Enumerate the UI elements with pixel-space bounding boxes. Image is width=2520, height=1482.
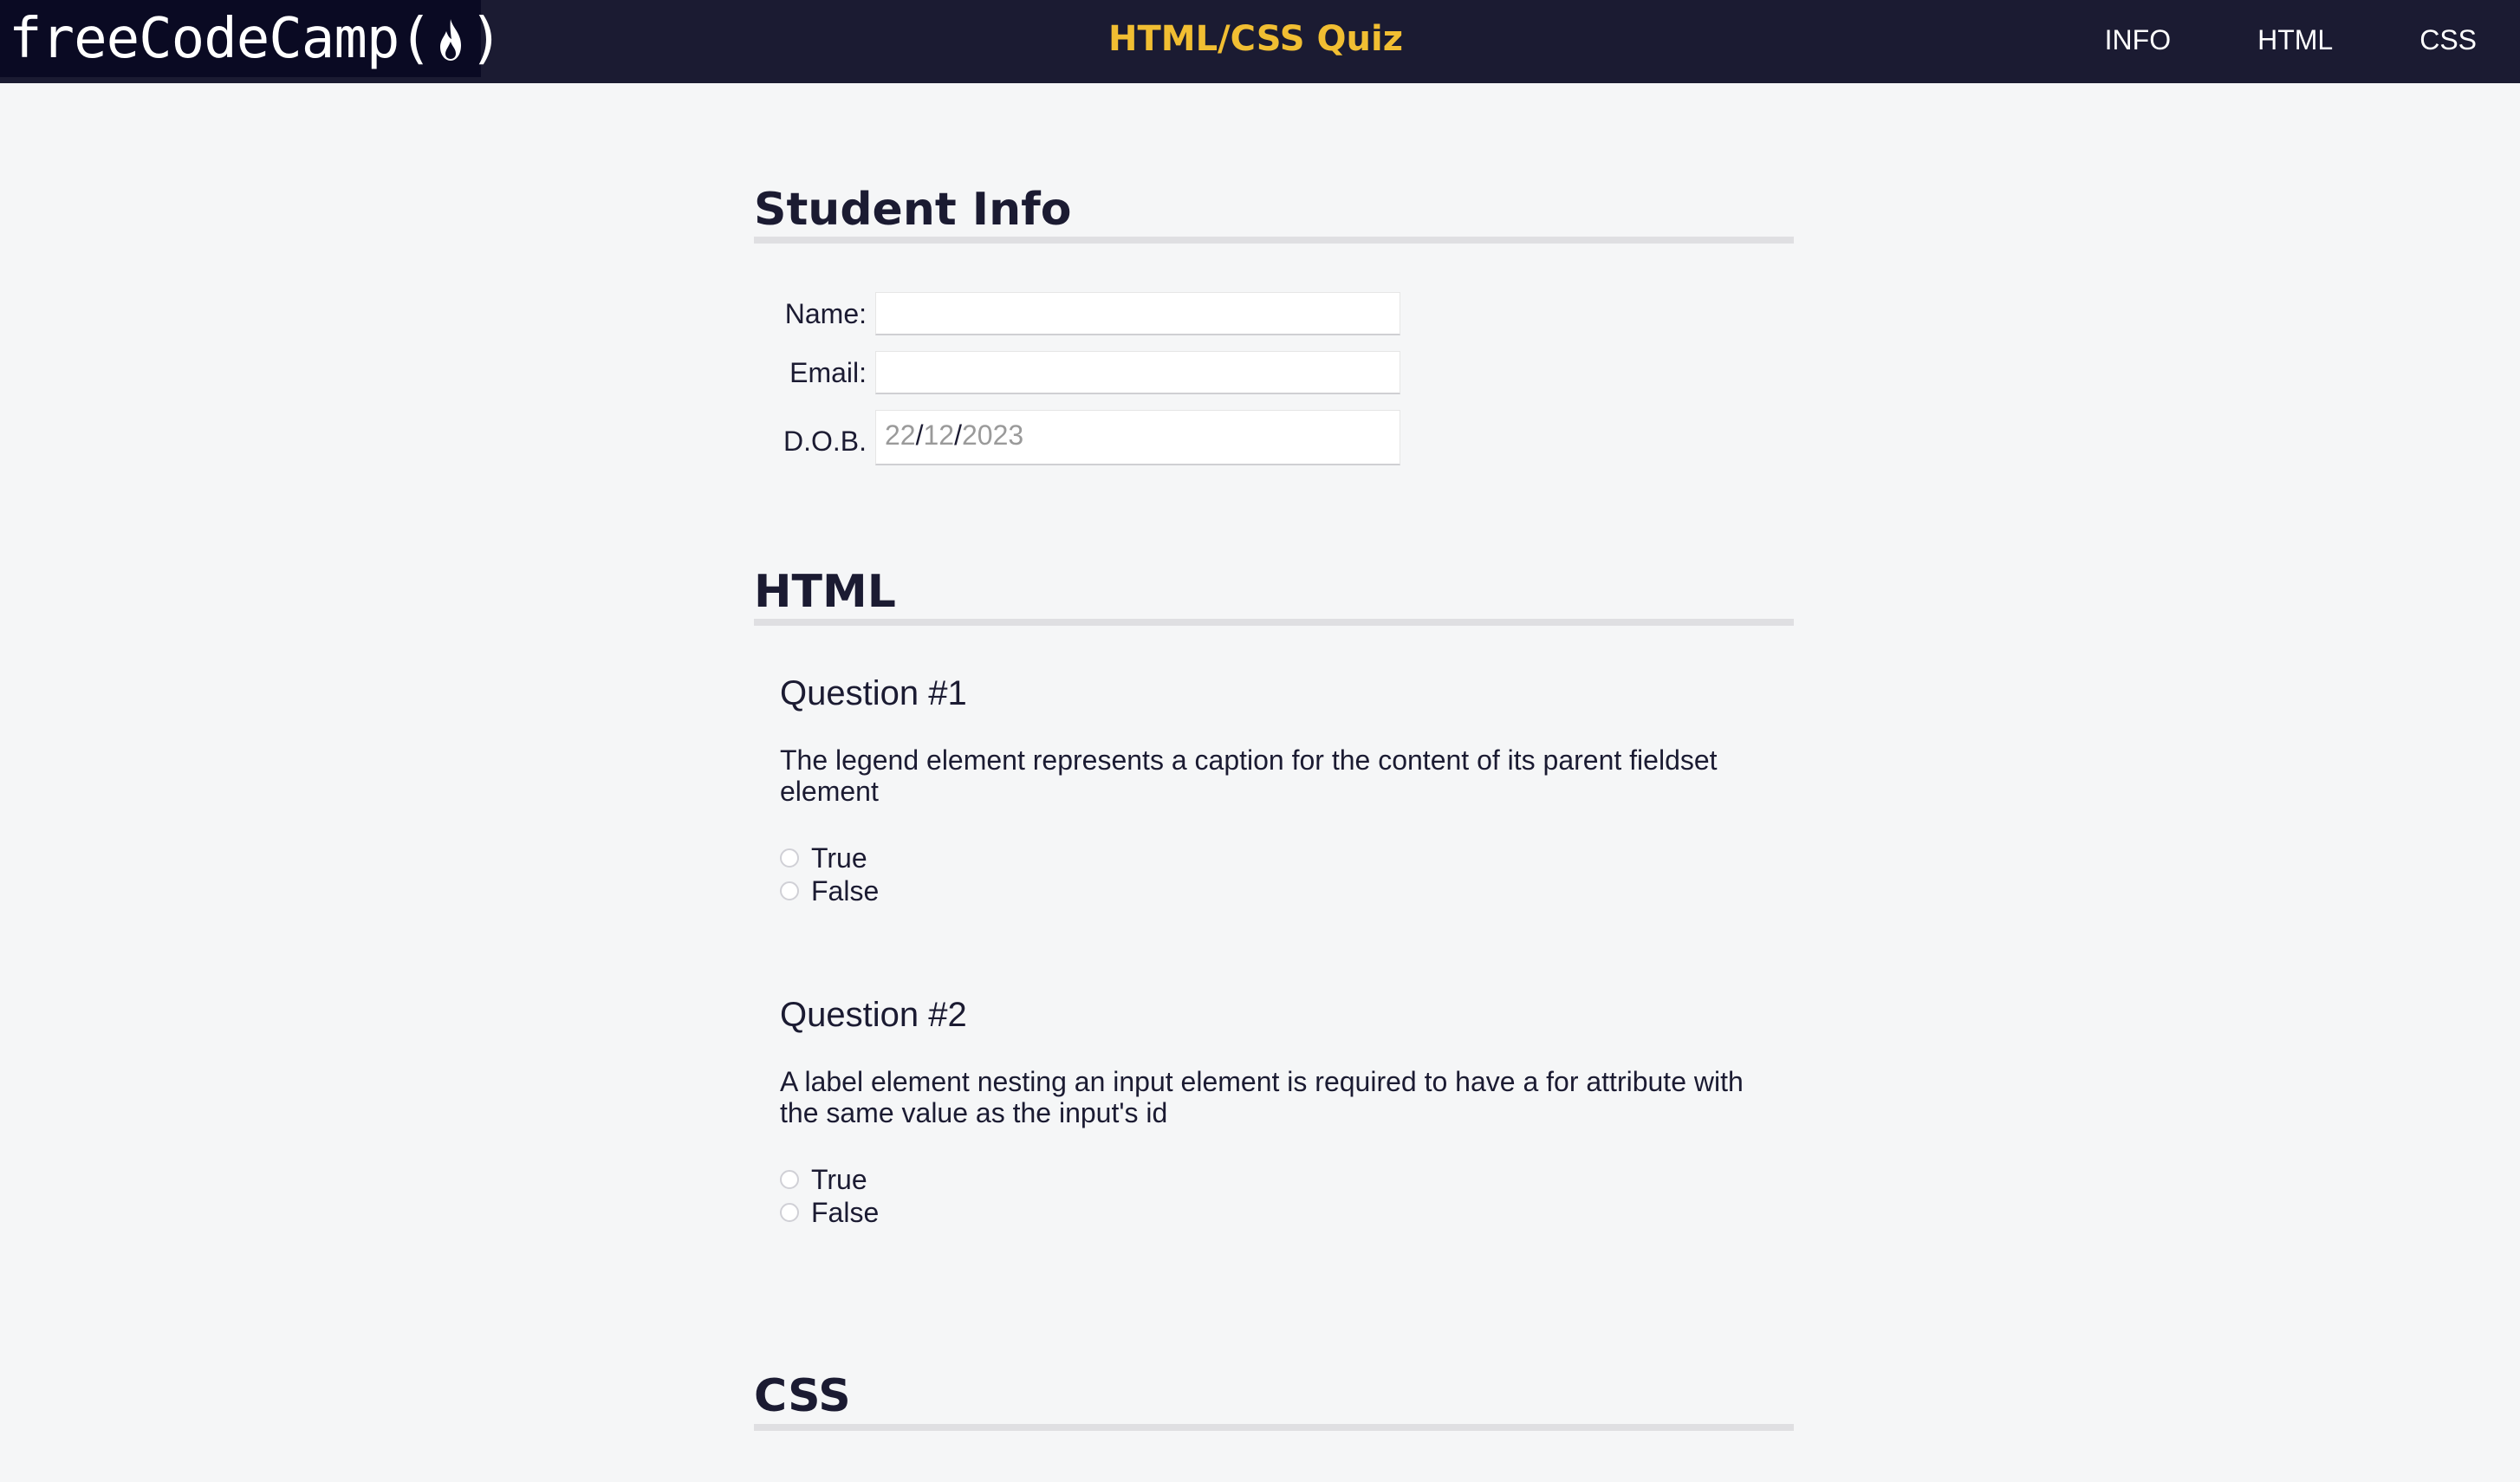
radio-true[interactable] <box>780 1170 799 1190</box>
top-header: freeCodeCamp() HTML/CSS Quiz INFO HTML C… <box>0 0 2520 83</box>
dob-separator: / <box>915 419 924 452</box>
dob-row: D.O.B. 22 / 12 / 2023 <box>782 410 1794 466</box>
quiz-title: HTML/CSS Quiz <box>1108 19 1403 59</box>
dob-label: D.O.B. <box>783 426 867 458</box>
dob-year[interactable]: 2023 <box>962 419 1023 452</box>
option-label: True <box>811 1163 867 1195</box>
question-2: Question #2 A label element nesting an i… <box>780 996 1794 1229</box>
email-row: Email: <box>782 351 1794 395</box>
nav-link-css[interactable]: CSS <box>2419 24 2477 56</box>
name-row: Name: <box>782 292 1794 336</box>
radio-true[interactable] <box>780 848 799 868</box>
question-title: Question #1 <box>780 674 967 713</box>
student-info-section: Student Info Name: Email: D.O.B. 22 / 12… <box>754 185 1794 466</box>
nav-link-html[interactable]: HTML <box>2257 24 2333 56</box>
student-info-fields: Name: Email: D.O.B. 22 / 12 / 2023 <box>782 292 1794 466</box>
html-heading: HTML <box>754 568 1794 627</box>
option-true: True <box>780 842 1794 874</box>
option-false: False <box>780 874 1794 907</box>
question-title: Question #2 <box>780 996 967 1035</box>
quiz-form: Student Info Name: Email: D.O.B. 22 / 12… <box>754 83 1794 1431</box>
html-section: HTML Question #1 The legend element repr… <box>754 568 1794 1229</box>
radio-false[interactable] <box>780 881 799 901</box>
freecodecamp-logo[interactable]: freeCodeCamp() <box>0 0 503 77</box>
question-text: A label element nesting an input element… <box>780 1066 1744 1129</box>
question-1: Question #1 The legend element represent… <box>780 674 1794 907</box>
option-label: False <box>811 874 880 907</box>
option-label: True <box>811 842 867 874</box>
radio-false[interactable] <box>780 1203 799 1223</box>
name-label: Name: <box>784 297 867 329</box>
dob-month[interactable]: 12 <box>923 419 954 452</box>
name-input[interactable] <box>875 292 1400 336</box>
dob-day[interactable]: 22 <box>885 419 916 452</box>
answer-options: True False <box>780 1163 1794 1229</box>
email-label: Email: <box>789 356 867 388</box>
nav-link-info[interactable]: INFO <box>2105 24 2171 56</box>
css-section: CSS <box>754 1372 1794 1431</box>
option-false: False <box>780 1196 1794 1229</box>
answer-options: True False <box>780 842 1794 907</box>
dob-date-input[interactable]: 22 / 12 / 2023 <box>875 410 1400 466</box>
flame-icon <box>439 18 461 61</box>
question-text: The legend element represents a caption … <box>780 744 1718 808</box>
option-true: True <box>780 1163 1794 1196</box>
main-nav: INFO HTML CSS <box>2018 0 2520 80</box>
css-heading: CSS <box>754 1372 1794 1431</box>
logo-text: freeCodeCamp() <box>9 6 503 71</box>
student-info-heading: Student Info <box>754 185 1794 244</box>
email-input[interactable] <box>875 351 1400 395</box>
dob-separator: / <box>954 419 962 452</box>
option-label: False <box>811 1196 880 1228</box>
